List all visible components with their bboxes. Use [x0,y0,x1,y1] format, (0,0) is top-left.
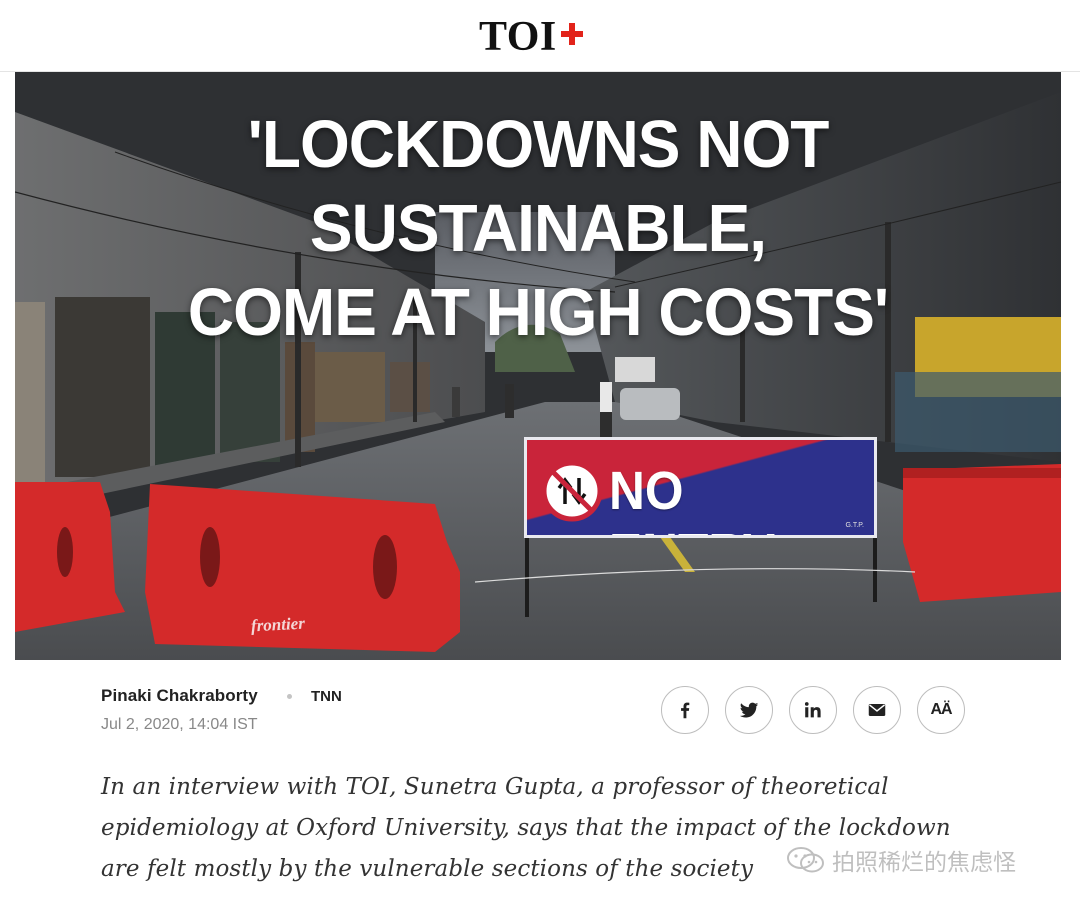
linkedin-share-button[interactable] [789,686,837,734]
synopsis-line-1: In an interview with TOI, Sunetra Gupta,… [101,774,889,800]
hero-headline-line-2: COME AT HIGH COSTS' [187,274,889,350]
mail-icon [868,704,886,716]
hero-image: 'LOCKDOWNS NOT SUSTAINABLE, COME AT HIGH… [15,72,1061,660]
no-entry-sign: NO ENTRY G.T.P. [524,437,877,538]
watermark-text: 拍照稀烂的焦虑怪 [832,850,1016,876]
font-size-icon: AÄ [930,701,952,718]
font-size-button[interactable]: AÄ [917,686,965,734]
hero-headline-line-1: 'LOCKDOWNS NOT SUSTAINABLE, [247,106,830,266]
author-name[interactable]: Pinaki Chakraborty [101,686,258,706]
toi-plus-logo[interactable]: TOI [479,14,584,60]
publish-date: Jul 2, 2020, 14:04 IST [101,716,258,733]
linkedin-icon [804,702,821,718]
sign-small-text: G.T.P. [845,522,864,529]
wechat-icon [787,847,824,873]
site-header: TOI [0,0,1080,72]
red-barrier-right [903,464,1061,602]
no-entry-text: NO ENTRY [609,461,776,535]
twitter-share-button[interactable] [725,686,773,734]
news-source: TNN [311,688,342,705]
byline-separator-dot [287,694,292,699]
facebook-icon [681,702,690,719]
email-share-button[interactable] [853,686,901,734]
barrier-brand-text: frontier [250,613,306,636]
no-entry-symbol-icon [541,460,603,522]
twitter-icon [739,702,759,718]
facebook-share-button[interactable] [661,686,709,734]
logo-text: TOI [479,14,557,60]
plus-badge-icon [560,23,583,45]
hero-headline: 'LOCKDOWNS NOT SUSTAINABLE, COME AT HIGH… [15,102,1061,354]
wechat-watermark: 拍照稀烂的焦虑怪 [786,842,1016,878]
